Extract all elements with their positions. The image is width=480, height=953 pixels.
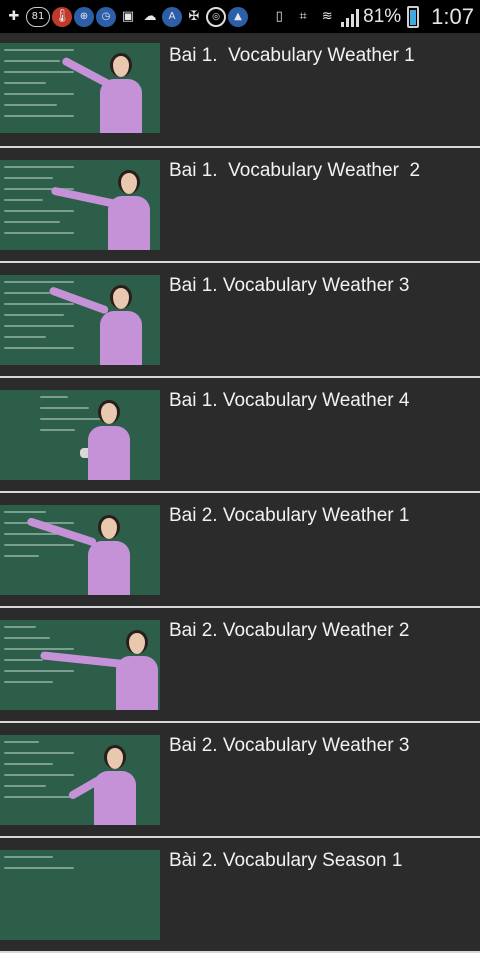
video-title[interactable]: Bai 2. Vocabulary Weather 1	[169, 505, 409, 527]
chalkboard-writing	[4, 741, 74, 807]
notification-icons: ✚ 81 🌡 ⊕ ◷ ▣ ☁ A ✠ ◎ ▲	[4, 6, 248, 27]
teacher-figure	[48, 285, 142, 365]
app-a-icon: A	[162, 6, 182, 27]
lock-icon: ⊕	[74, 6, 94, 27]
status-bar: ✚ 81 🌡 ⊕ ◷ ▣ ☁ A ✠ ◎ ▲ ▯ ⌗ ≋ 81% 1:07	[0, 0, 480, 33]
chalkboard-writing	[4, 511, 74, 566]
video-title[interactable]: Bai 1. Vocabulary Weather 4	[169, 390, 409, 412]
list-item[interactable]: Bai 1. Vocabulary Weather 2	[0, 148, 480, 263]
teacher-figure	[80, 400, 130, 480]
list-item[interactable]: Bai 1. Vocabulary Weather 1	[0, 33, 480, 148]
nfc-icon: ⌗	[299, 9, 307, 24]
video-title[interactable]: Bai 1. Vocabulary Weather 3	[169, 275, 409, 297]
video-thumbnail[interactable]	[0, 275, 160, 365]
list-item[interactable]: Bai 2. Vocabulary Weather 2	[0, 608, 480, 723]
video-list[interactable]: Bai 1. Vocabulary Weather 1 Bai 1. Vocab…	[0, 33, 480, 953]
video-title[interactable]: Bài 2. Vocabulary Season 1	[169, 850, 402, 872]
camera-icon: ◎	[206, 6, 226, 27]
teacher-figure	[50, 170, 150, 250]
game-controller-icon: ✠	[188, 9, 200, 24]
video-thumbnail[interactable]	[0, 850, 160, 940]
battery-percent: 81%	[363, 5, 402, 27]
clock-icon: ◷	[96, 6, 116, 27]
list-item[interactable]: Bai 2. Vocabulary Weather 3	[0, 723, 480, 838]
video-thumbnail[interactable]	[0, 160, 160, 250]
wifi-icon: ≋	[321, 9, 333, 24]
video-title[interactable]: Bai 2. Vocabulary Weather 2	[169, 620, 409, 642]
video-thumbnail[interactable]	[0, 505, 160, 595]
system-icons: ▯ ⌗ ≋ 81% 1:07	[269, 4, 474, 30]
video-thumbnail[interactable]	[0, 43, 160, 133]
list-item[interactable]: Bai 2. Vocabulary Weather 1	[0, 493, 480, 608]
vibrate-icon: ▯	[275, 9, 283, 24]
clock-time: 1:07	[431, 3, 474, 29]
teacher-figure	[26, 515, 130, 595]
video-thumbnail[interactable]	[0, 620, 160, 710]
thermometer-icon: 🌡	[52, 6, 72, 27]
list-item[interactable]: Bai 1. Vocabulary Weather 4	[0, 378, 480, 493]
video-title[interactable]: Bai 1. Vocabulary Weather 1	[169, 45, 415, 67]
image-icon: ▣	[121, 9, 135, 24]
teacher-figure	[67, 745, 136, 825]
notification-count-badge: 81	[26, 6, 50, 27]
cloud-download-icon: ☁	[143, 9, 157, 24]
video-title[interactable]: Bai 2. Vocabulary Weather 3	[169, 735, 409, 757]
list-item[interactable]: Bài 2. Vocabulary Season 1	[0, 838, 480, 953]
video-title[interactable]: Bai 1. Vocabulary Weather 2	[169, 160, 420, 182]
teacher-figure	[60, 53, 142, 133]
signal-icon	[341, 7, 360, 27]
chalkboard-writing	[4, 166, 74, 243]
chalkboard-writing	[4, 856, 74, 878]
video-thumbnail[interactable]	[0, 390, 160, 480]
video-thumbnail[interactable]	[0, 735, 160, 825]
battery-icon	[407, 5, 420, 28]
list-item[interactable]: Bai 1. Vocabulary Weather 3	[0, 263, 480, 378]
app-nav-icon: ▲	[228, 6, 248, 27]
plus-icon: ✚	[8, 9, 20, 24]
teacher-figure	[40, 630, 158, 710]
